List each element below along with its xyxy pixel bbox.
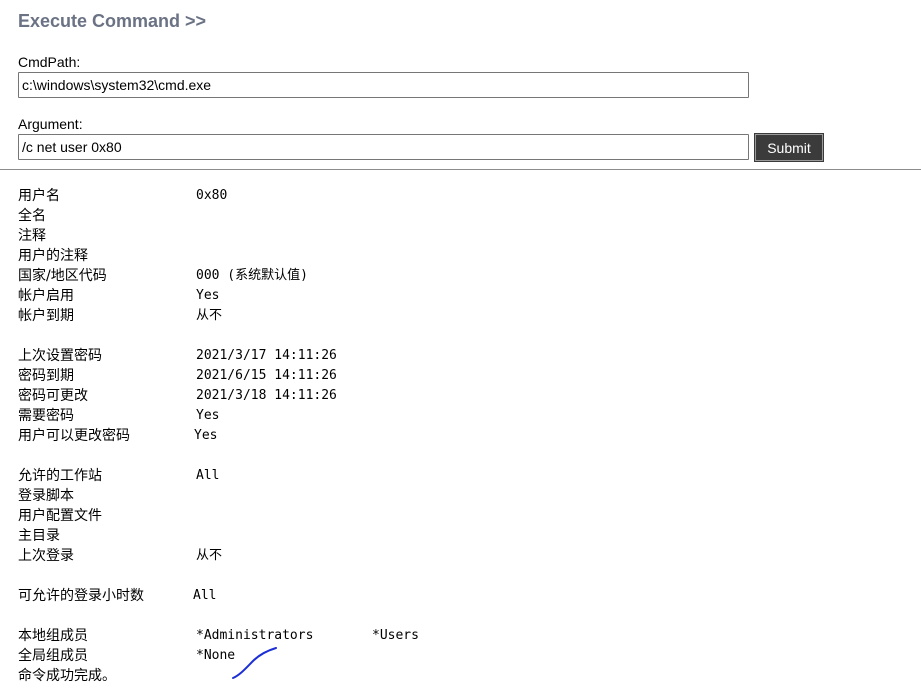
output-label: 用户配置文件 — [18, 508, 102, 524]
output-label: 全局组成员 — [18, 648, 88, 664]
output-value: All — [193, 588, 217, 603]
output-value: 从不 — [196, 548, 223, 563]
output-blank-line — [18, 446, 908, 466]
output-value: 0x80 — [196, 188, 228, 203]
output-line: 上次登录 从不 — [18, 546, 908, 566]
output-label: 国家/地区代码 — [18, 268, 107, 284]
argument-input[interactable] — [18, 134, 749, 160]
output-label: 允许的工作站 — [18, 468, 102, 484]
output-label: 用户的注释 — [18, 248, 88, 264]
page-title: Execute Command >> — [18, 11, 207, 31]
output-line: 上次设置密码 2021/3/17 14:11:26 — [18, 346, 908, 366]
output-label: 帐户到期 — [18, 308, 74, 324]
output-line: 主目录 — [18, 526, 908, 546]
output-blank-line — [18, 606, 908, 626]
output-blank-line — [18, 326, 908, 346]
output-line: 允许的工作站 All — [18, 466, 908, 486]
output-line: 用户名 0x80 — [18, 186, 908, 206]
command-output: 用户名 0x80 全名 注释 用户的注释 国家/地区代码 000 (系统默认值) 帐… — [18, 186, 908, 686]
output-line: 用户的注释 — [18, 246, 908, 266]
cmd-path-input[interactable] — [18, 72, 749, 98]
output-value: *Administrators — [196, 628, 314, 643]
output-line: 可允许的登录小时数 All — [18, 586, 908, 606]
output-label: 帐户启用 — [18, 288, 74, 304]
output-label: 注释 — [18, 228, 46, 244]
output-line: 注释 — [18, 226, 908, 246]
output-label: 本地组成员 — [18, 628, 88, 644]
output-label: 登录脚本 — [18, 488, 74, 504]
output-label: 上次登录 — [18, 548, 74, 564]
output-value: 000 (系统默认值) — [196, 268, 308, 283]
output-value: All — [196, 468, 220, 483]
output-line: 本地组成员 *Administrators *Users — [18, 626, 908, 646]
output-label: 密码到期 — [18, 368, 74, 384]
output-value: 从不 — [196, 308, 223, 323]
output-value-secondary: *Users — [372, 628, 419, 643]
output-label: 上次设置密码 — [18, 348, 102, 364]
output-line: 用户可以更改密码 Yes — [18, 426, 908, 446]
output-label: 可允许的登录小时数 — [18, 588, 144, 604]
output-line: 密码可更改 2021/3/18 14:11:26 — [18, 386, 908, 406]
output-line: 用户配置文件 — [18, 506, 908, 526]
output-line: 帐户启用 Yes — [18, 286, 908, 306]
output-value: Yes — [196, 288, 220, 303]
argument-label: Argument: — [18, 116, 83, 132]
output-line: 命令成功完成。 — [18, 666, 908, 686]
output-blank-line — [18, 566, 908, 586]
output-label: 全名 — [18, 208, 46, 224]
output-label: 用户名 — [18, 188, 60, 204]
output-value: 2021/6/15 14:11:26 — [196, 368, 337, 383]
output-label: 用户可以更改密码 — [18, 428, 130, 444]
output-value: Yes — [194, 428, 218, 443]
output-label: 主目录 — [18, 528, 60, 544]
output-label: 命令成功完成。 — [18, 668, 116, 684]
output-value: Yes — [196, 408, 220, 423]
cmd-path-label: CmdPath: — [18, 54, 81, 70]
output-value: 2021/3/17 14:11:26 — [196, 348, 337, 363]
output-line: 需要密码 Yes — [18, 406, 908, 426]
output-line: 全局组成员 *None — [18, 646, 908, 666]
output-line: 登录脚本 — [18, 486, 908, 506]
output-line: 密码到期 2021/6/15 14:11:26 — [18, 366, 908, 386]
output-line: 国家/地区代码 000 (系统默认值) — [18, 266, 908, 286]
output-value: 2021/3/18 14:11:26 — [196, 388, 337, 403]
output-label: 需要密码 — [18, 408, 74, 424]
output-label: 密码可更改 — [18, 388, 88, 404]
output-line: 全名 — [18, 206, 908, 226]
output-line: 帐户到期 从不 — [18, 306, 908, 326]
submit-button[interactable]: Submit — [754, 133, 824, 162]
divider — [0, 169, 921, 170]
pen-annotation-mark — [232, 647, 277, 679]
